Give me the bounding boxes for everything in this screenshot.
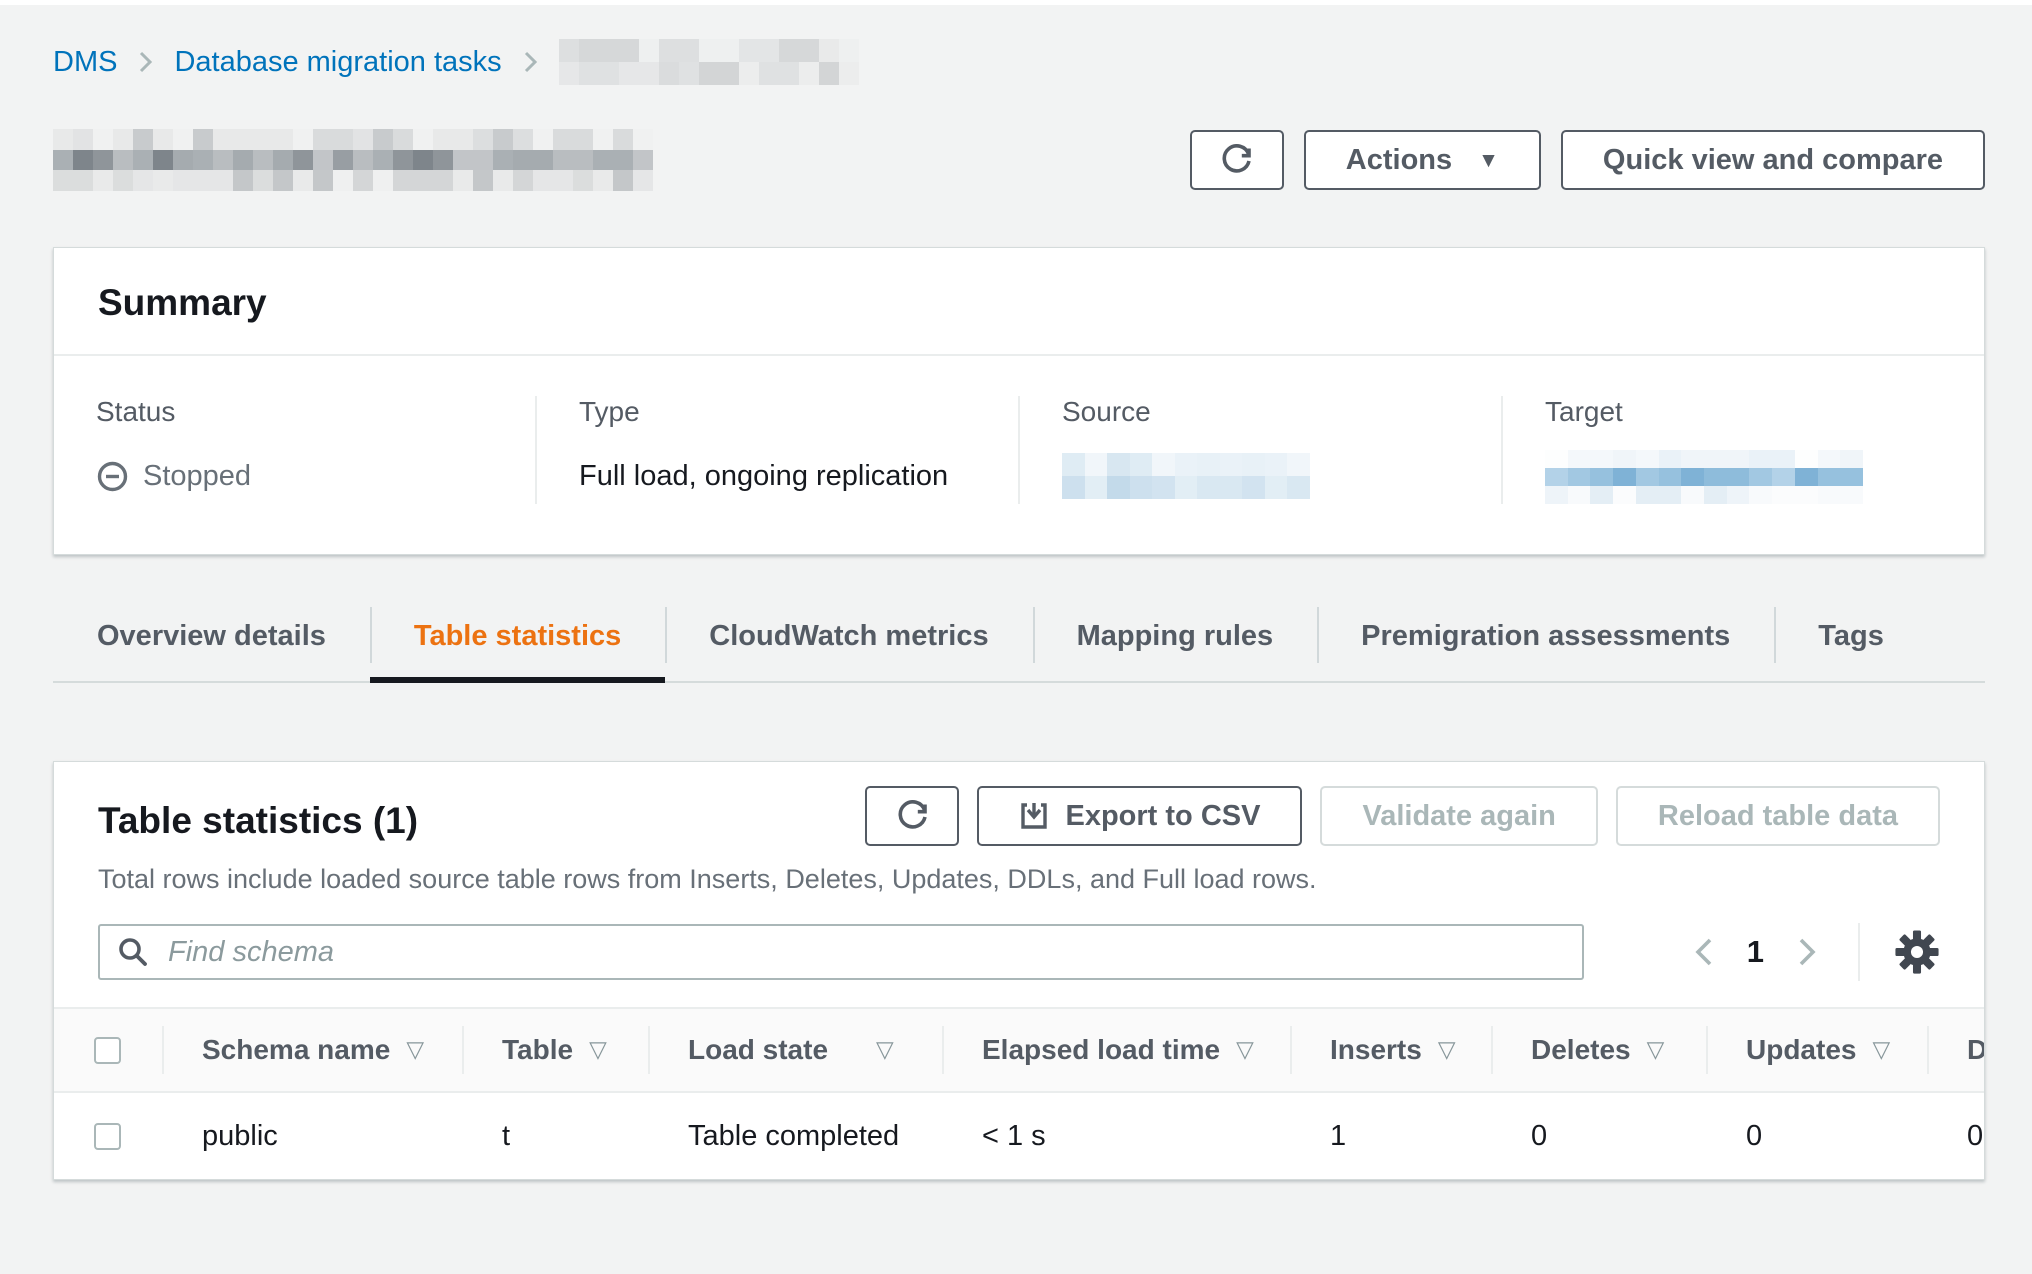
caret-down-icon: ▼ bbox=[1478, 150, 1499, 171]
actions-button[interactable]: Actions ▼ bbox=[1304, 130, 1541, 190]
cell-updates: 0 bbox=[1706, 1093, 1927, 1179]
column-header-updates: Updates bbox=[1746, 1034, 1856, 1066]
column-header-inserts: Inserts bbox=[1330, 1034, 1422, 1066]
sort-icon[interactable]: ▽ bbox=[589, 1037, 607, 1063]
sort-icon[interactable]: ▽ bbox=[1236, 1037, 1254, 1063]
field-label: Status bbox=[96, 396, 535, 428]
summary-body: Status Stopped Type Full load, ongoing r… bbox=[54, 356, 1984, 554]
find-schema-input[interactable] bbox=[166, 935, 1566, 970]
refresh-button[interactable] bbox=[1190, 130, 1284, 190]
page-title-redacted bbox=[53, 129, 653, 191]
cell-inserts: 1 bbox=[1290, 1093, 1491, 1179]
dms-task-page: DMS Database migration tasks Actions bbox=[0, 39, 2032, 1180]
refresh-icon bbox=[1220, 144, 1253, 177]
column-header-table: Table bbox=[502, 1034, 573, 1066]
chevron-right-icon bbox=[1794, 934, 1820, 970]
current-page-number: 1 bbox=[1747, 934, 1764, 970]
stopped-icon bbox=[96, 460, 129, 493]
header-actions: Actions ▼ Quick view and compare bbox=[1190, 130, 1985, 190]
table-header-row: Schema name ▽ Table ▽ Load state ▽ Elaps… bbox=[54, 1007, 1985, 1093]
export-to-csv-button[interactable]: Export to CSV bbox=[977, 786, 1302, 846]
sort-icon[interactable]: ▽ bbox=[876, 1037, 894, 1063]
cell-load-state: Table completed bbox=[648, 1093, 942, 1179]
status-text: Stopped bbox=[143, 460, 251, 493]
summary-card: Summary Status Stopped Type Full load, bbox=[53, 247, 1985, 555]
status-value: Stopped bbox=[96, 450, 535, 502]
sort-icon[interactable]: ▽ bbox=[406, 1037, 424, 1063]
gear-icon bbox=[1894, 929, 1940, 975]
summary-field-type: Type Full load, ongoing replication bbox=[535, 396, 1018, 504]
breadcrumb-redacted-task-name bbox=[559, 39, 859, 85]
table-statistics-title: Table statistics (1) bbox=[98, 800, 418, 842]
sort-icon[interactable]: ▽ bbox=[1647, 1037, 1665, 1063]
cell-ddls: 0 bbox=[1927, 1093, 1985, 1179]
chevron-left-icon bbox=[1691, 934, 1717, 970]
row-checkbox[interactable] bbox=[94, 1123, 121, 1150]
cell-table: t bbox=[462, 1093, 648, 1179]
tab-overview-details[interactable]: Overview details bbox=[53, 591, 370, 681]
table-statistics-description: Total rows include loaded source table r… bbox=[98, 864, 1940, 895]
download-icon bbox=[1019, 801, 1049, 831]
reload-table-data-button[interactable]: Reload table data bbox=[1616, 786, 1940, 846]
tab-cloudwatch-metrics[interactable]: CloudWatch metrics bbox=[665, 591, 1032, 681]
select-all-checkbox[interactable] bbox=[94, 1037, 121, 1064]
pagination: 1 bbox=[1691, 923, 1940, 981]
table-statistics-card: Table statistics (1) bbox=[53, 761, 1985, 1180]
field-label: Source bbox=[1062, 396, 1501, 428]
tab-premigration-assessments[interactable]: Premigration assessments bbox=[1317, 591, 1774, 681]
tab-table-statistics[interactable]: Table statistics bbox=[370, 591, 665, 681]
type-value: Full load, ongoing replication bbox=[579, 450, 1018, 502]
source-redacted-link bbox=[1062, 453, 1310, 499]
column-header-ddls-clipped: D bbox=[1967, 1034, 1985, 1066]
next-page-button[interactable] bbox=[1794, 934, 1820, 970]
cell-deletes: 0 bbox=[1491, 1093, 1706, 1179]
top-edge-strip bbox=[0, 0, 2032, 5]
table-settings-button[interactable] bbox=[1894, 929, 1940, 975]
page-header: Actions ▼ Quick view and compare bbox=[53, 129, 1985, 191]
column-header-elapsed-load-time: Elapsed load time bbox=[982, 1034, 1220, 1066]
table-refresh-button[interactable] bbox=[865, 786, 959, 846]
export-label: Export to CSV bbox=[1065, 800, 1260, 833]
sort-icon[interactable]: ▽ bbox=[1438, 1037, 1456, 1063]
table-row: public t Table completed < 1 s 1 0 0 0 bbox=[54, 1093, 1985, 1179]
breadcrumb: DMS Database migration tasks bbox=[53, 39, 1985, 85]
summary-field-target: Target bbox=[1501, 396, 1984, 504]
summary-field-status: Status Stopped bbox=[54, 396, 535, 504]
field-label: Type bbox=[579, 396, 1018, 428]
quick-view-label: Quick view and compare bbox=[1603, 144, 1943, 177]
actions-button-label: Actions bbox=[1346, 144, 1452, 177]
table-statistics-table: Schema name ▽ Table ▽ Load state ▽ Elaps… bbox=[54, 1007, 1985, 1179]
task-detail-tabs: Overview details Table statistics CloudW… bbox=[53, 591, 1985, 683]
field-label: Target bbox=[1545, 396, 1984, 428]
refresh-icon bbox=[896, 800, 929, 833]
table-statistics-header: Table statistics (1) bbox=[54, 762, 1984, 895]
schema-search bbox=[98, 924, 1584, 980]
breadcrumb-link-dms[interactable]: DMS bbox=[53, 46, 117, 79]
cell-elapsed-load-time: < 1 s bbox=[942, 1093, 1290, 1179]
summary-title: Summary bbox=[98, 282, 1940, 324]
search-icon bbox=[116, 935, 150, 969]
table-statistics-buttons: Export to CSV Validate again Reload tabl… bbox=[865, 786, 1940, 846]
breadcrumb-link-tasks[interactable]: Database migration tasks bbox=[174, 46, 501, 79]
breadcrumb-chevron-icon bbox=[137, 48, 154, 76]
tab-mapping-rules[interactable]: Mapping rules bbox=[1033, 591, 1318, 681]
breadcrumb-chevron-icon bbox=[522, 48, 539, 76]
column-header-deletes: Deletes bbox=[1531, 1034, 1631, 1066]
validate-again-button[interactable]: Validate again bbox=[1320, 786, 1597, 846]
tab-tags[interactable]: Tags bbox=[1774, 591, 1928, 681]
previous-page-button[interactable] bbox=[1691, 934, 1717, 970]
target-redacted-link bbox=[1545, 450, 1863, 504]
column-header-load-state: Load state bbox=[688, 1034, 828, 1066]
summary-field-source: Source bbox=[1018, 396, 1501, 504]
summary-card-header: Summary bbox=[54, 248, 1984, 356]
quick-view-compare-button[interactable]: Quick view and compare bbox=[1561, 130, 1985, 190]
column-header-schema-name: Schema name bbox=[202, 1034, 390, 1066]
pager-divider bbox=[1858, 923, 1860, 981]
sort-icon[interactable]: ▽ bbox=[1872, 1037, 1890, 1063]
cell-schema-name: public bbox=[162, 1093, 462, 1179]
filter-row: 1 bbox=[54, 895, 1984, 1007]
